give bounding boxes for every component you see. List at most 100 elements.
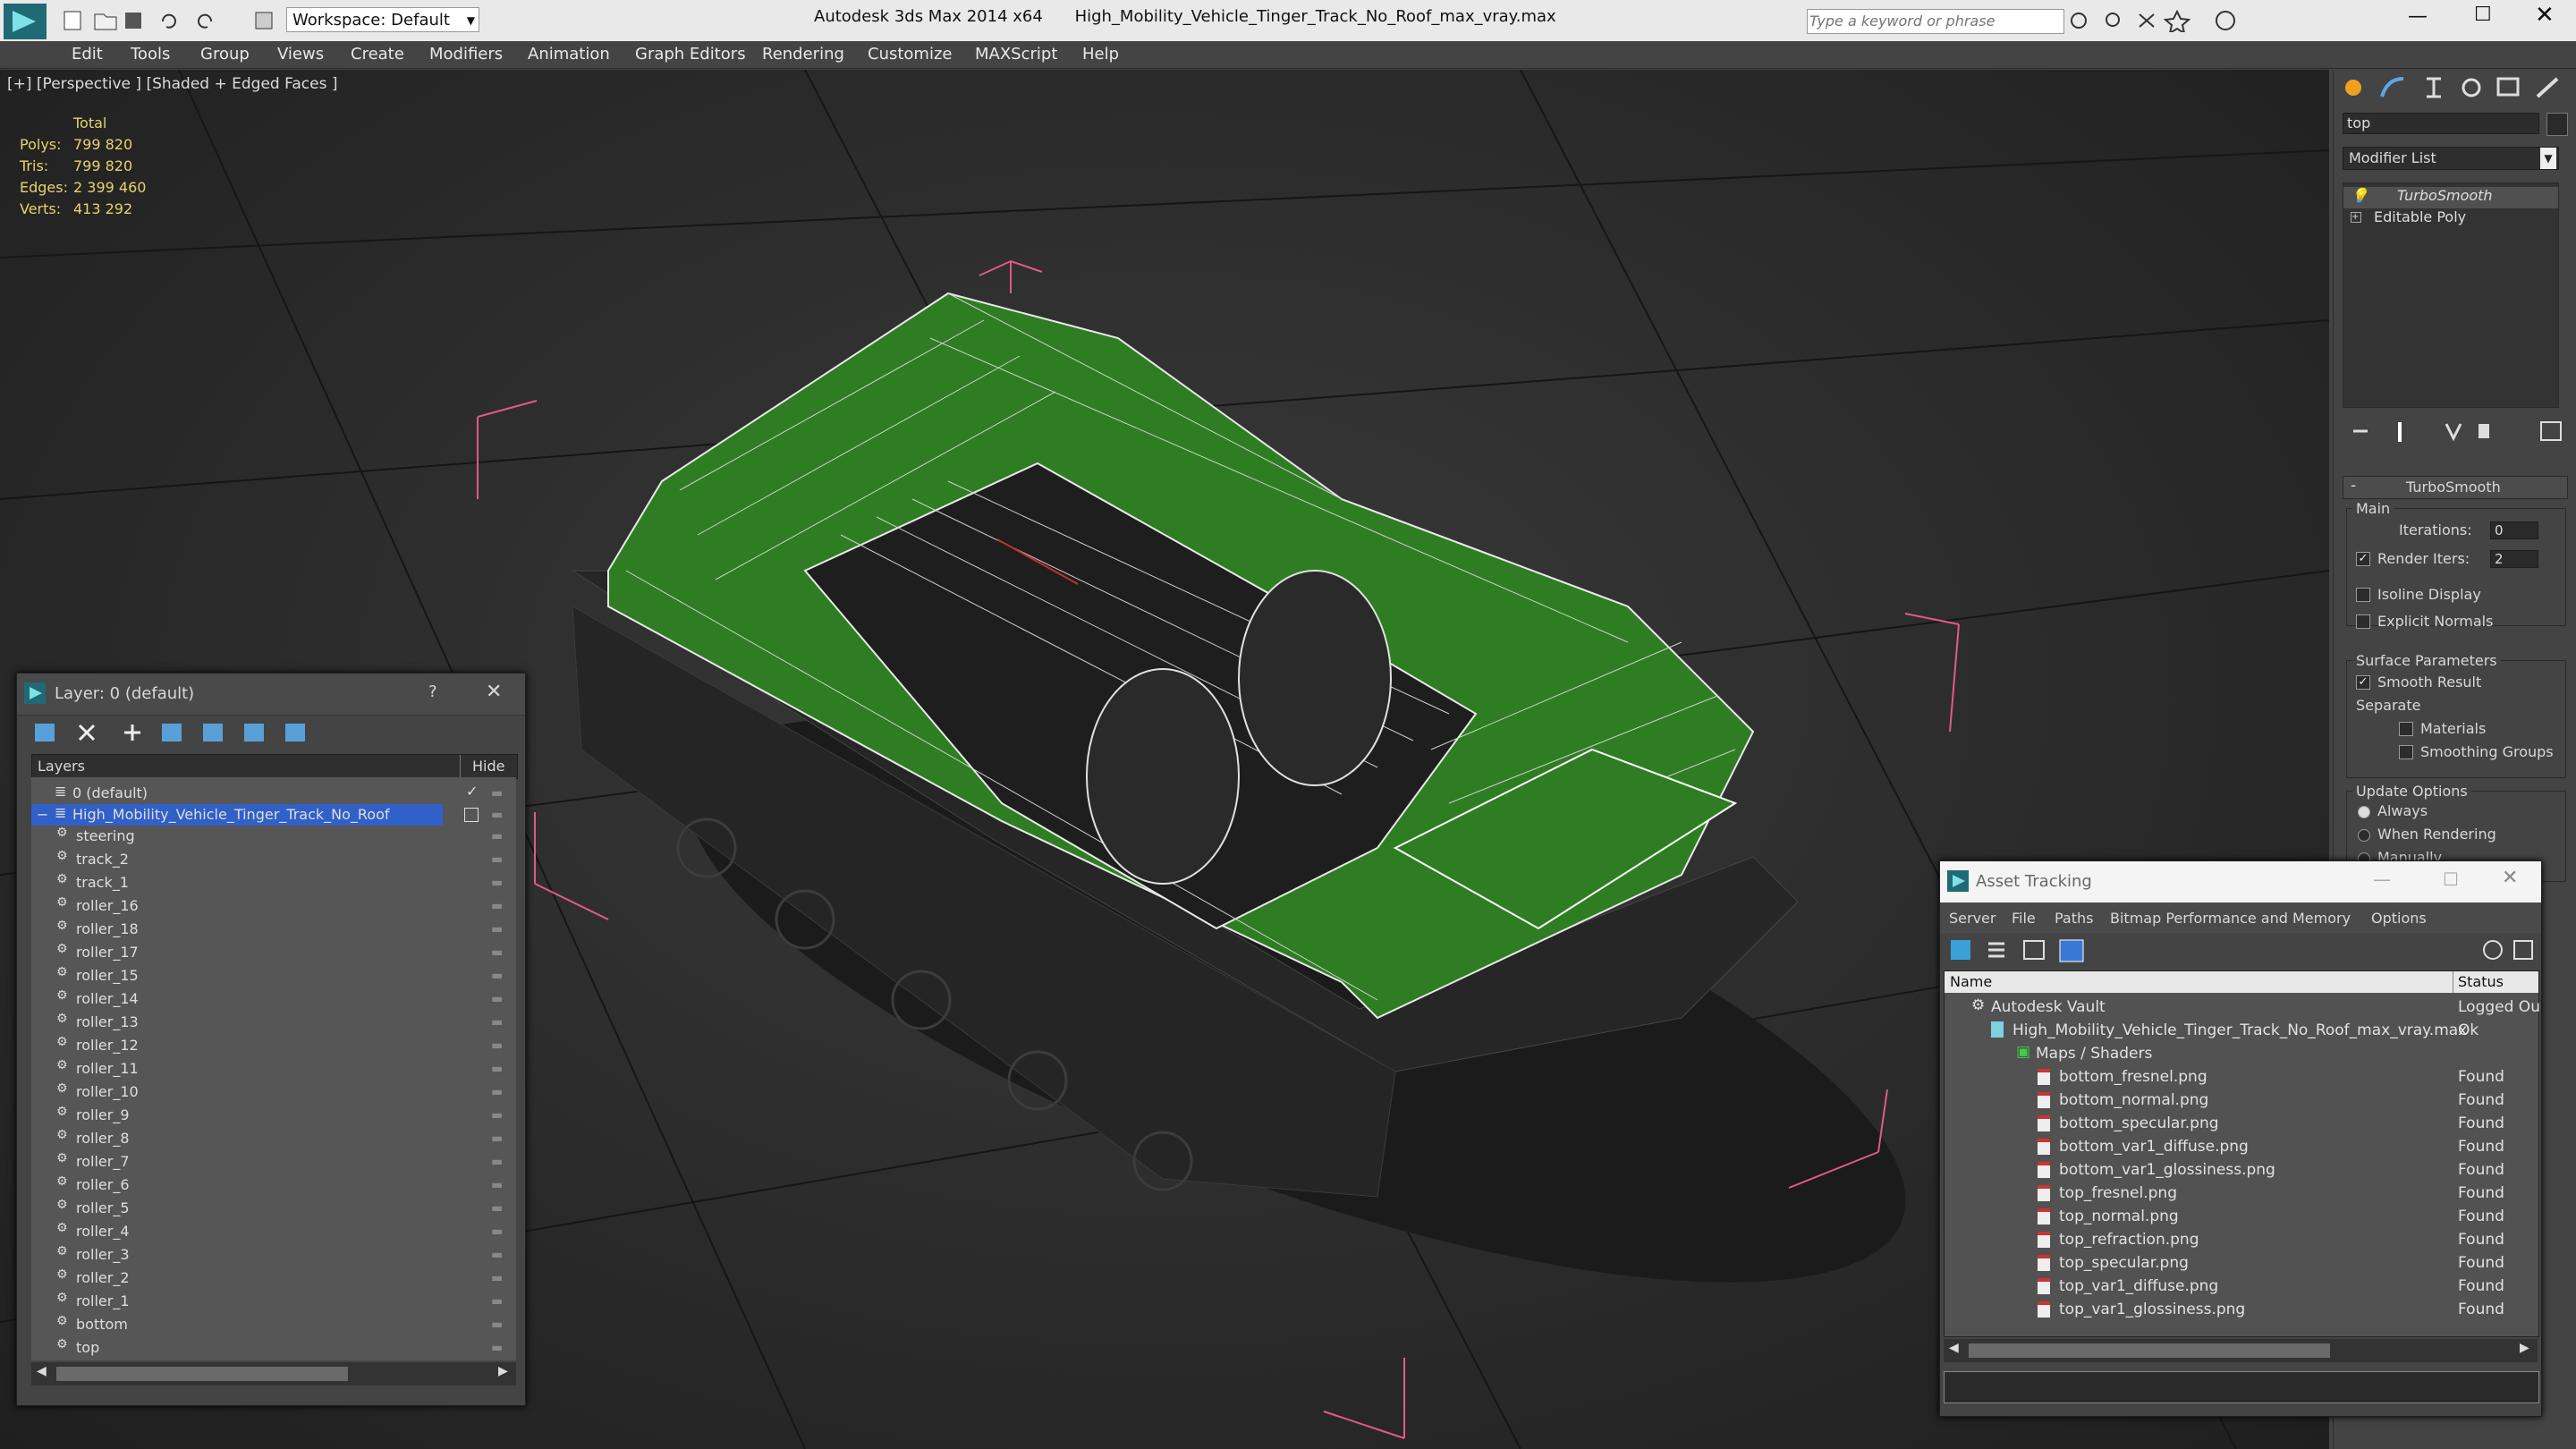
layer-window-titlebar[interactable]: Layer: 0 (default) ? ✕ bbox=[17, 674, 525, 716]
asset-menu-paths[interactable]: Paths bbox=[2055, 910, 2093, 927]
hide-toggle[interactable]: ▬ bbox=[491, 808, 504, 822]
layer-object-row[interactable]: ⚙ roller_14 ▬ bbox=[31, 988, 516, 1010]
menu-create[interactable]: Create bbox=[351, 45, 404, 64]
layer-object-row[interactable]: ⚙ roller_13 ▬ bbox=[31, 1012, 516, 1033]
hide-toggle[interactable]: ▬ bbox=[491, 1294, 504, 1309]
smooth-result-checkbox[interactable]: ✓ bbox=[2356, 675, 2370, 690]
layer-row-vehicle[interactable]: − ≣ High_Mobility_Vehicle_Tinger_Track_N… bbox=[31, 804, 443, 826]
help-button[interactable]: ? bbox=[428, 682, 437, 701]
layer-object-row[interactable]: ⚙ track_2 ▬ bbox=[31, 849, 516, 870]
menu-customize[interactable]: Customize bbox=[868, 45, 952, 64]
layer-object-row[interactable]: ⚙ roller_16 ▬ bbox=[31, 895, 516, 917]
asset-row-map[interactable]: top_normal.png Found bbox=[1945, 1206, 2538, 1229]
asset-row-map[interactable]: bottom_normal.png Found bbox=[1945, 1089, 2538, 1113]
scrollbar-thumb[interactable] bbox=[56, 1367, 348, 1381]
close-icon[interactable]: ✕ bbox=[486, 681, 502, 703]
menu-tools[interactable]: Tools bbox=[131, 45, 170, 64]
smoothing-groups-checkbox[interactable] bbox=[2399, 745, 2413, 759]
menu-animation[interactable]: Animation bbox=[528, 45, 610, 64]
workspace-dropdown[interactable]: Workspace: Default ▼ bbox=[286, 7, 479, 32]
maximize-button[interactable]: ☐ bbox=[2443, 869, 2459, 890]
hide-toggle[interactable]: ▬ bbox=[491, 899, 504, 913]
asset-row-map[interactable]: top_refraction.png Found bbox=[1945, 1229, 2538, 1252]
search-box[interactable] bbox=[1807, 9, 2064, 34]
col-name[interactable]: Name bbox=[1950, 973, 1992, 990]
modifier-list-dropdown[interactable]: Modifier List ▼ bbox=[2343, 147, 2559, 170]
viewport-label[interactable]: [+] [Perspective ] [Shaded + Edged Faces… bbox=[7, 75, 337, 93]
menu-rendering[interactable]: Rendering bbox=[762, 45, 844, 64]
layer-object-row[interactable]: ⚙ roller_1 ▬ bbox=[31, 1291, 516, 1312]
menu-views[interactable]: Views bbox=[277, 45, 324, 64]
layer-object-row[interactable]: ⚙ steering ▬ bbox=[31, 826, 516, 847]
layer-object-row[interactable]: ⚙ roller_17 ▬ bbox=[31, 942, 516, 963]
hide-toggle[interactable]: ▬ bbox=[491, 1062, 504, 1076]
turbosmooth-rollout-header[interactable]: - TurboSmooth bbox=[2343, 476, 2568, 499]
object-name-field[interactable]: top bbox=[2343, 113, 2539, 134]
layer-object-row[interactable]: ⚙ track_1 ▬ bbox=[31, 872, 516, 894]
isoline-display-checkbox[interactable] bbox=[2356, 588, 2370, 602]
close-button[interactable]: ✕ bbox=[2535, 2, 2555, 29]
render-iters-spinner[interactable]: 2 bbox=[2490, 550, 2538, 568]
explicit-normals-checkbox[interactable] bbox=[2356, 614, 2370, 629]
layer-object-row[interactable]: ⚙ roller_9 ▬ bbox=[31, 1105, 516, 1126]
asset-window-titlebar[interactable]: Asset Tracking — ☐ ✕ bbox=[1940, 861, 2541, 902]
asset-menu-server[interactable]: Server bbox=[1949, 910, 1996, 927]
menu-help[interactable]: Help bbox=[1082, 45, 1119, 64]
menu-graph-editors[interactable]: Graph Editors bbox=[635, 45, 746, 64]
asset-menu-options[interactable]: Options bbox=[2371, 910, 2427, 927]
asset-row-map[interactable]: top_specular.png Found bbox=[1945, 1252, 2538, 1275]
asset-row-vault[interactable]: ⚙ Autodesk Vault Logged Ou bbox=[1945, 996, 2540, 1020]
materials-checkbox[interactable] bbox=[2399, 722, 2413, 736]
hide-toggle[interactable]: ▬ bbox=[491, 1038, 504, 1053]
layer-object-row[interactable]: ⚙ roller_3 ▬ bbox=[31, 1244, 516, 1266]
hide-toggle[interactable]: ▬ bbox=[491, 945, 504, 960]
asset-row-file[interactable]: High_Mobility_Vehicle_Tinger_Track_No_Ro… bbox=[1945, 1020, 2538, 1043]
hide-toggle[interactable]: ▬ bbox=[491, 1201, 504, 1216]
asset-row-map[interactable]: top_var1_glossiness.png Found bbox=[1945, 1299, 2538, 1322]
minimize-button[interactable]: — bbox=[2373, 869, 2391, 890]
asset-row-map[interactable]: top_fresnel.png Found bbox=[1945, 1182, 2538, 1206]
when-rendering-radio[interactable] bbox=[2358, 829, 2370, 842]
render-iters-checkbox[interactable]: ✓ bbox=[2356, 552, 2370, 566]
scroll-left-icon[interactable]: ◀ bbox=[1949, 1341, 1959, 1355]
asset-menu-bitmap[interactable]: Bitmap Performance and Memory bbox=[2110, 910, 2351, 927]
asset-path-field[interactable] bbox=[1944, 1371, 2539, 1403]
menu-edit[interactable]: Edit bbox=[72, 45, 103, 64]
asset-row-map[interactable]: bottom_specular.png Found bbox=[1945, 1113, 2538, 1136]
menu-group[interactable]: Group bbox=[200, 45, 250, 64]
layer-object-row[interactable]: ⚙ roller_18 ▬ bbox=[31, 919, 516, 940]
layer-active-toggle[interactable] bbox=[464, 808, 479, 822]
search-input[interactable] bbox=[1808, 10, 2053, 31]
asset-horizontal-scrollbar[interactable]: ◀ ▶ bbox=[1944, 1339, 2538, 1362]
hide-toggle[interactable]: ▬ bbox=[491, 829, 504, 843]
hide-toggle[interactable]: ▬ bbox=[491, 1131, 504, 1146]
hide-toggle[interactable]: ▬ bbox=[491, 876, 504, 890]
layer-horizontal-scrollbar[interactable]: ◀ ▶ bbox=[31, 1362, 516, 1385]
layer-object-row[interactable]: ⚙ bottom ▬ bbox=[31, 1314, 516, 1335]
iterations-spinner[interactable]: 0 bbox=[2490, 521, 2538, 539]
hide-toggle[interactable]: ▬ bbox=[491, 992, 504, 1006]
maximize-button[interactable]: ☐ bbox=[2474, 4, 2492, 26]
scroll-right-icon[interactable]: ▶ bbox=[2520, 1341, 2529, 1355]
asset-row-map[interactable]: bottom_var1_glossiness.png Found bbox=[1945, 1159, 2538, 1182]
layer-object-row[interactable]: ⚙ roller_12 ▬ bbox=[31, 1035, 516, 1056]
object-color-swatch[interactable] bbox=[2546, 113, 2568, 136]
stack-item-turbosmooth[interactable]: 💡 TurboSmooth bbox=[2343, 187, 2558, 208]
hide-toggle[interactable]: ▬ bbox=[491, 1015, 504, 1030]
hide-toggle[interactable]: ▬ bbox=[491, 852, 504, 867]
hide-toggle[interactable]: ▬ bbox=[491, 1178, 504, 1192]
hide-toggle[interactable]: ▬ bbox=[491, 1108, 504, 1123]
asset-menu-file[interactable]: File bbox=[2012, 910, 2036, 927]
layer-object-row[interactable]: ⚙ roller_2 ▬ bbox=[31, 1267, 516, 1289]
asset-row-maps-group[interactable]: ▣ Maps / Shaders bbox=[1945, 1043, 2538, 1066]
hide-toggle[interactable]: ▬ bbox=[491, 1224, 504, 1239]
hide-toggle[interactable]: ▬ bbox=[491, 1318, 504, 1332]
app-logo[interactable] bbox=[4, 4, 47, 39]
menu-maxscript[interactable]: MAXScript bbox=[975, 45, 1057, 64]
hide-toggle[interactable]: ▬ bbox=[491, 1155, 504, 1169]
layer-row-default[interactable]: ≣ 0 (default) ✓ ▬ bbox=[31, 783, 516, 804]
hide-toggle[interactable]: ▬ bbox=[491, 1248, 504, 1262]
stack-item-editable-poly[interactable]: + Editable Poly bbox=[2343, 208, 2558, 230]
asset-row-map[interactable]: top_var1_diffuse.png Found bbox=[1945, 1275, 2538, 1299]
hide-toggle[interactable]: ▬ bbox=[491, 922, 504, 936]
